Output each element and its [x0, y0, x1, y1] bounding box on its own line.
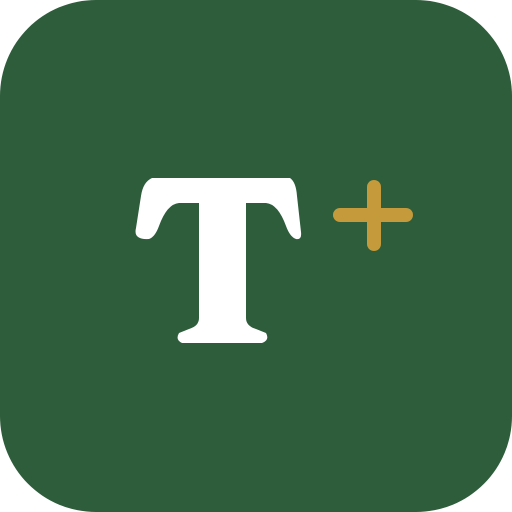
plus-icon — [333, 180, 413, 251]
logo-graphic — [135, 178, 413, 343]
app-icon[interactable]: T + — [0, 0, 512, 512]
icon-canvas: T + — [0, 0, 512, 512]
letter-t-glyph — [135, 178, 302, 343]
